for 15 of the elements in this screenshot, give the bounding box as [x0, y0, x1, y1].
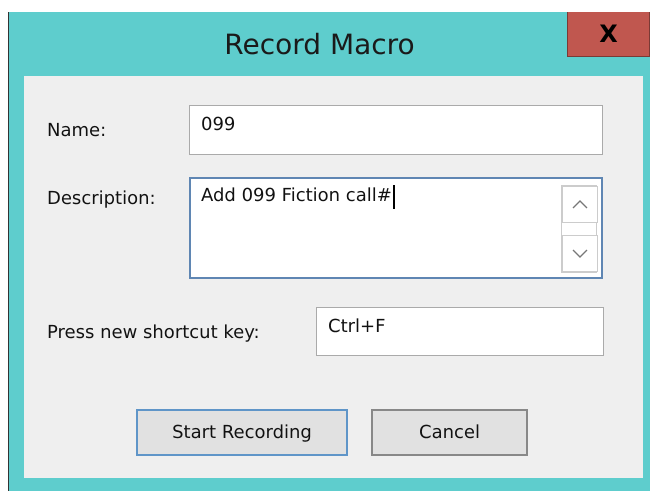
window-title: Record Macro — [224, 28, 416, 60]
field-label: Press new shortcut key: — [47, 322, 261, 343]
description-field[interactable]: Add 099 Fiction call# — [189, 177, 603, 279]
field-label: Name: — [47, 120, 108, 141]
shortcut-field[interactable]: Ctrl+F — [316, 307, 604, 356]
field-text: Add 099 Fiction call# — [201, 185, 392, 206]
name-field[interactable]: 099 — [189, 105, 603, 155]
scroll-down-icon[interactable] — [562, 235, 598, 272]
field-label: Description: — [47, 188, 157, 209]
close-button[interactable]: X — [567, 12, 650, 57]
start-recording-button[interactable]: Start Recording — [136, 409, 348, 456]
scroll-up-icon[interactable] — [562, 186, 598, 223]
text-caret — [392, 185, 395, 209]
cancel-button[interactable]: Cancel — [371, 409, 528, 456]
scrollbar[interactable] — [561, 185, 597, 273]
